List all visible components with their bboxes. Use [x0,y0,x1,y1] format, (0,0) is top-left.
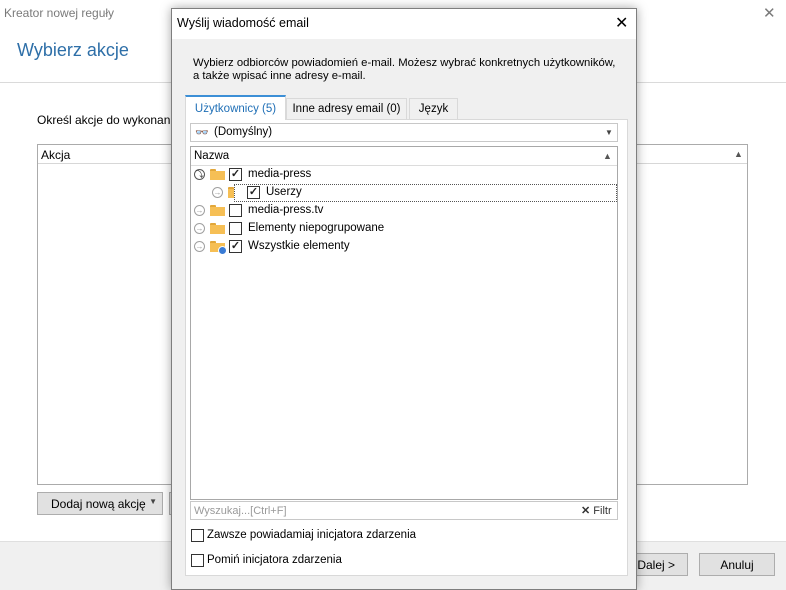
tree-row-label: Userzy [266,186,302,198]
glasses-icon: 👓 [195,127,209,139]
dialog-description: Wybierz odbiorców powiadomień e-mail. Mo… [193,57,616,82]
globe-folder-icon [210,241,227,255]
search-input[interactable]: Wyszukaj...[Ctrl+F] ✕ Filtr [190,501,618,520]
checkbox[interactable]: ✓ [229,240,242,253]
next-button-label: Dalej > [637,557,675,572]
checkbox[interactable] [191,554,204,567]
dialog-titlebar: Wyślij wiadomość email ✕ [172,9,636,39]
folder-icon [210,169,225,180]
dropdown-arrow-icon: ▼ [605,128,613,137]
expand-icon[interactable]: → [194,241,205,252]
tree-row[interactable]: → ✓ Userzy [191,184,617,202]
folder-icon [210,223,225,234]
recipients-tree[interactable]: Nazwa ▲ ⤵ ✓ media-press → ✓ Userzy → med… [190,146,618,500]
view-select[interactable]: 👓 (Domyślny) ▼ [190,123,618,142]
checkbox[interactable]: ✓ [229,168,242,181]
actions-column-header[interactable]: Akcja [41,148,70,162]
skip-initiator-label: Pomiń inicjatora zdarzenia [207,554,342,566]
tree-row-label: Wszystkie elementy [248,240,350,252]
view-select-value: (Domyślny) [214,126,273,138]
folder-icon [210,205,225,216]
dropdown-arrow-icon: ▼ [149,497,157,506]
sort-up-icon: ▲ [603,151,612,161]
tree-row[interactable]: → Elementy niepogrupowane [191,220,617,238]
tree-row-label: Elementy niepogrupowane [248,222,385,234]
checkbox[interactable]: ✓ [247,186,260,199]
tree-row-label: media-press.tv [248,204,324,216]
always-notify-initiator-label: Zawsze powiadamiaj inicjatora zdarzenia [207,529,417,541]
wizard-title: Kreator nowej reguły [4,6,115,20]
send-email-dialog: Wyślij wiadomość email ✕ Wybierz odbiorc… [171,8,637,590]
search-placeholder: Wyszukaj...[Ctrl+F] [194,505,287,517]
checkbox[interactable] [229,222,242,235]
expand-icon[interactable]: → [194,223,205,234]
tab-users[interactable]: Użytkownicy (5) [185,95,286,120]
wizard-close-icon[interactable]: ✕ [763,4,776,22]
wizard-heading: Wybierz akcje [17,40,129,60]
expand-icon[interactable]: → [194,205,205,216]
tree-row[interactable]: ⤵ ✓ media-press [191,166,617,184]
checkbox[interactable] [191,529,204,542]
tab-users-label: Użytkownicy (5) [194,102,277,115]
dialog-title: Wyślij wiadomość email [177,16,309,30]
tab-other-addresses[interactable]: Inne adresy email (0) [286,98,407,119]
collapse-icon[interactable]: ⤵ [194,169,205,180]
tree-header: Nazwa ▲ [191,147,617,166]
tree-row-label: media-press [248,168,312,180]
tab-language[interactable]: Język [409,98,458,119]
filter-button[interactable]: ✕ Filtr [581,504,612,517]
sort-up-icon: ▲ [734,149,743,159]
tree-row[interactable]: → ✓ Wszystkie elementy [191,238,617,256]
tree-row[interactable]: → media-press.tv [191,202,617,220]
expand-icon[interactable]: → [212,187,223,198]
filter-label: Filtr [593,505,612,517]
tab-language-label: Język [418,103,449,115]
cancel-button[interactable]: Anuluj [699,553,775,576]
add-action-label: Dodaj nową akcję [51,496,146,511]
dialog-close-icon[interactable]: ✕ [615,13,628,33]
tab-other-addresses-label: Inne adresy email (0) [292,103,401,115]
name-column-header[interactable]: Nazwa [194,150,229,162]
clear-filter-icon: ✕ [581,505,594,517]
add-action-button[interactable]: Dodaj nową akcję ▼ [37,492,163,515]
cancel-button-label: Anuluj [720,557,754,572]
checkbox[interactable] [229,204,242,217]
